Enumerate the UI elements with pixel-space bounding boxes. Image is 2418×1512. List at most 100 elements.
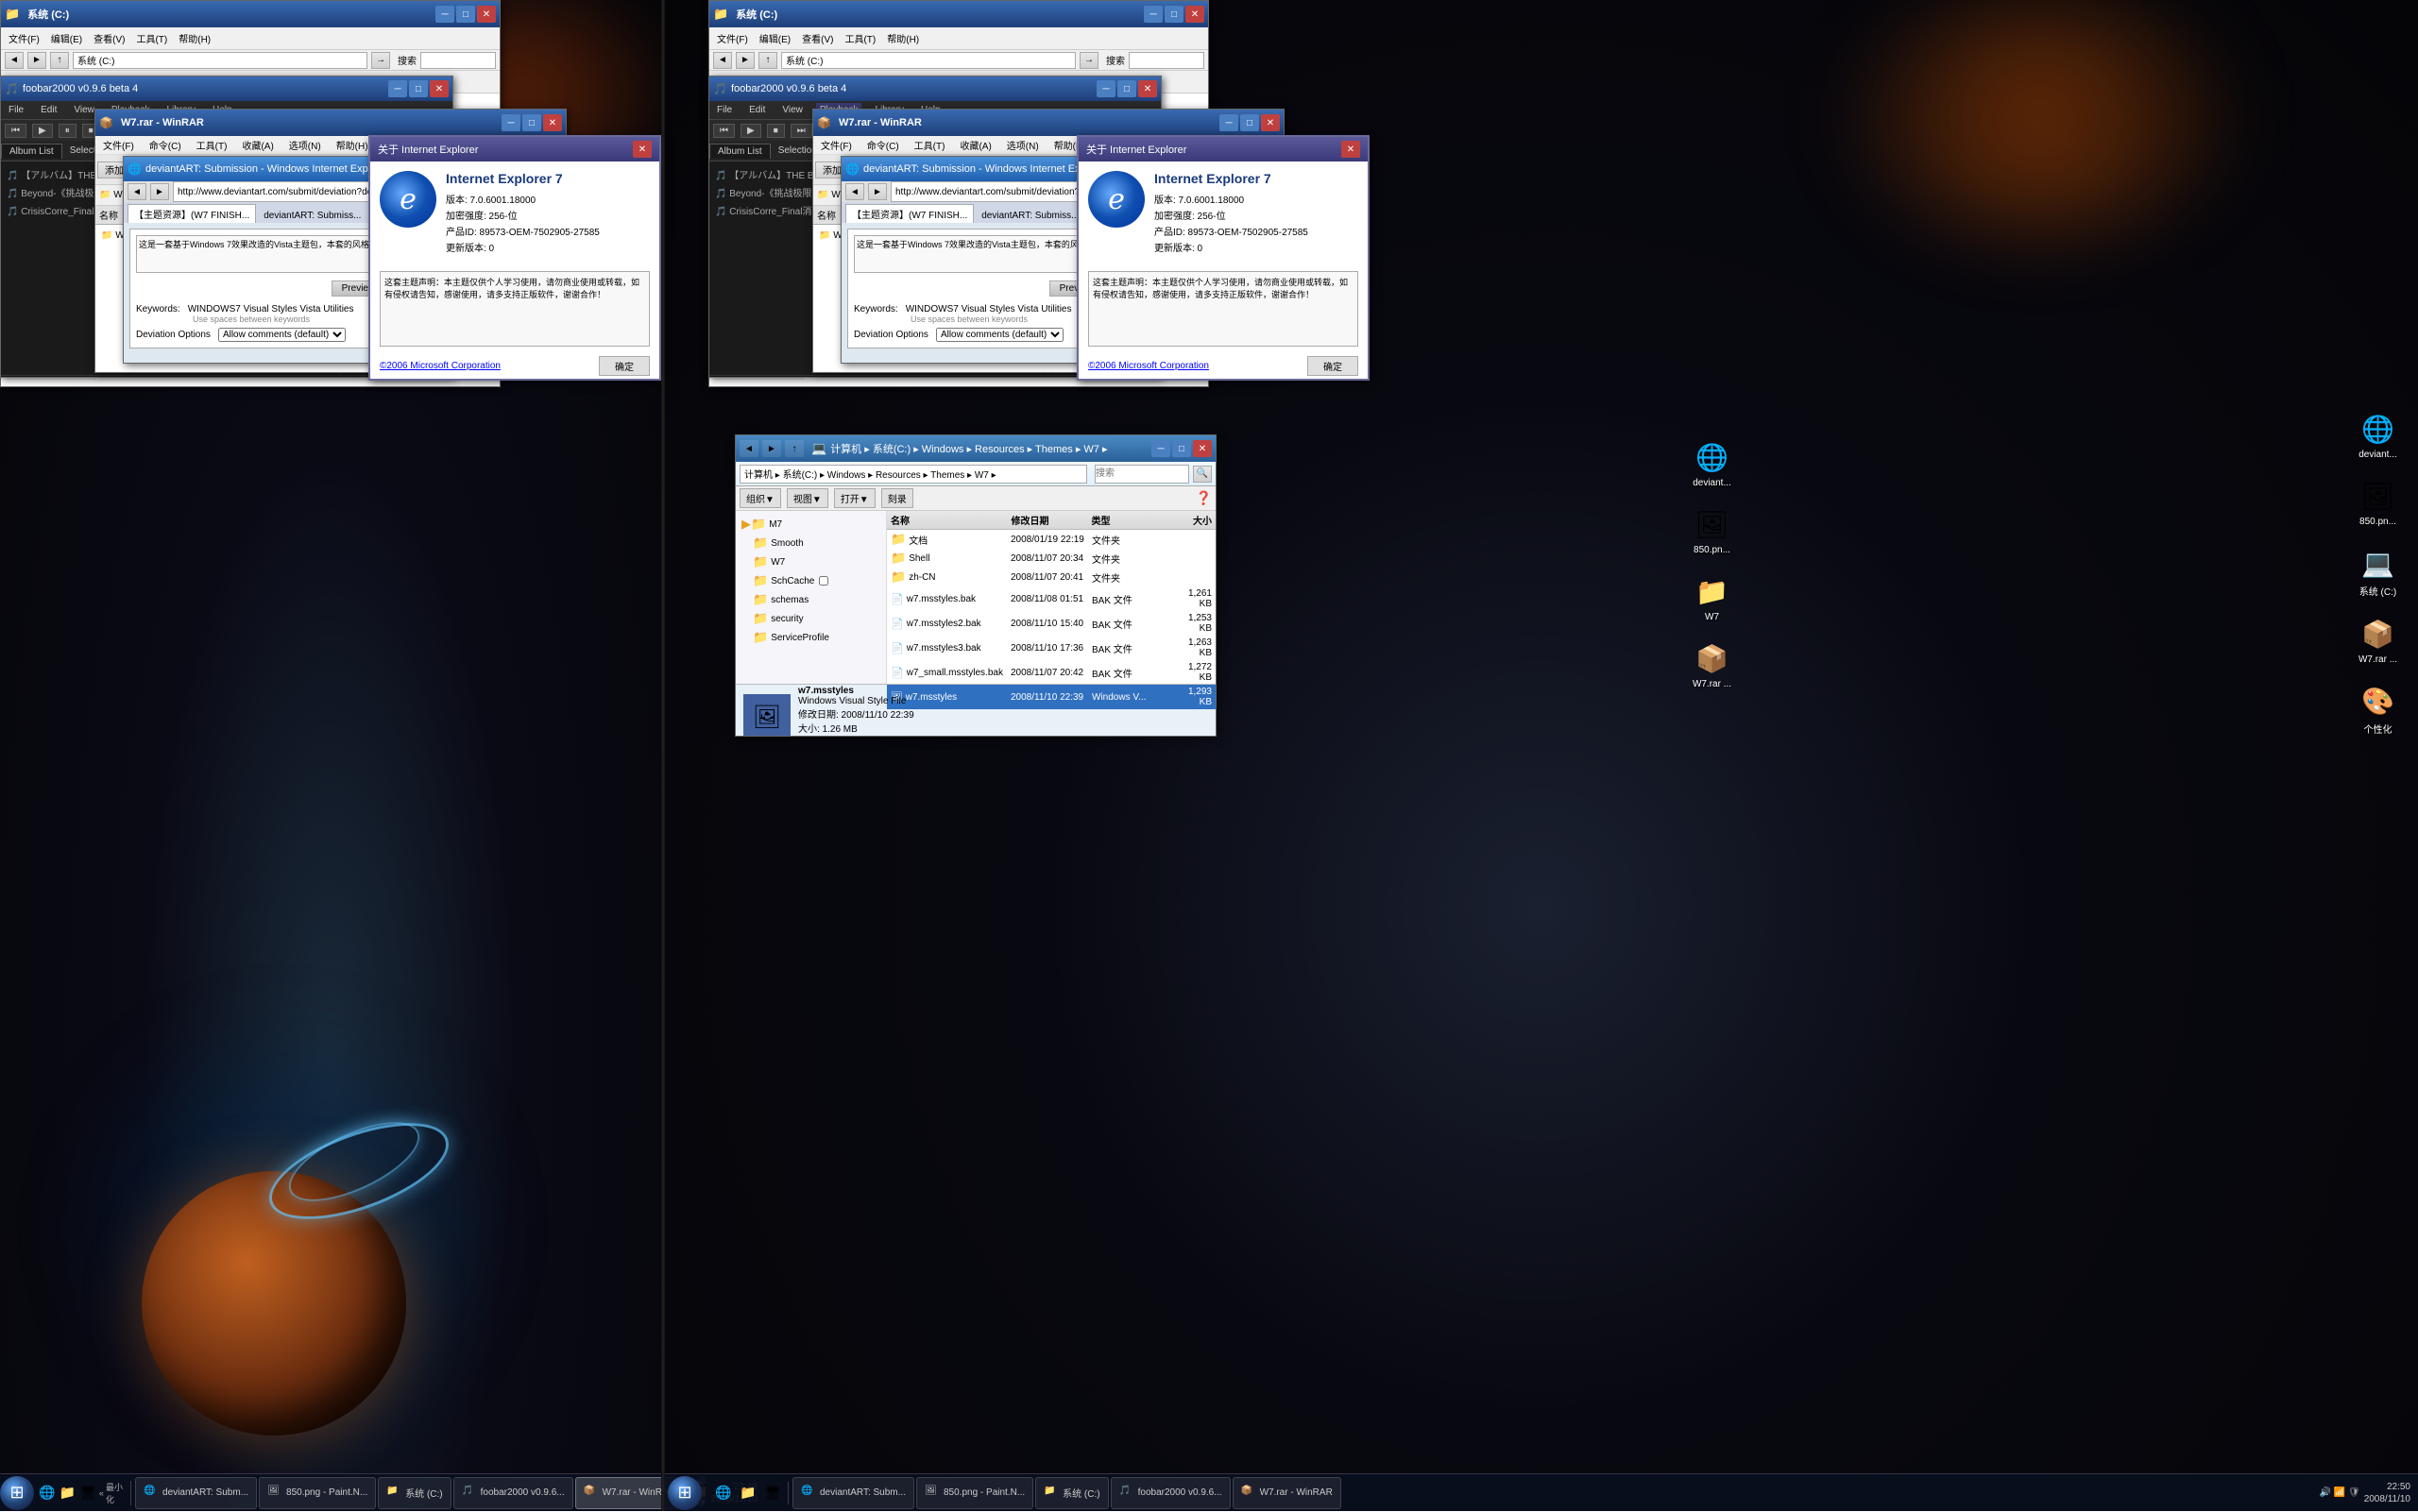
da-tab-main-right[interactable]: 【主题资源】(W7 FINISH... [845,204,974,223]
winrar-min-right[interactable]: ─ [1219,114,1238,131]
desktop-icon-deviant-left[interactable]: 🌐 deviant... [2342,406,2413,464]
da-back-left[interactable]: ◄ [128,183,146,200]
w7-help-icon[interactable]: ❓ [1196,490,1212,506]
taskbar-item-system-left[interactable]: 📁 系统 (C:) [378,1477,451,1509]
w7-controls[interactable]: ─ □ ✕ [1151,440,1212,457]
explorer-maximize-left[interactable]: □ [456,6,475,23]
da-tab-main-left[interactable]: 【主题资源】(W7 FINISH... [128,204,256,223]
fb-edit-left[interactable]: Edit [37,103,60,117]
w7-tree-security[interactable]: 📁 security [738,609,884,628]
desktop-icon-deviant-right[interactable]: 🌐 deviant... [1677,434,1747,492]
fb-file-left[interactable]: File [5,103,27,117]
menu-edit-left[interactable]: 编辑(E) [47,29,86,47]
fb-edit-right[interactable]: Edit [745,103,769,117]
back-btn-right[interactable]: ◄ [713,52,732,69]
fb-file-right[interactable]: File [713,103,736,117]
foobar-min-right[interactable]: ─ [1097,80,1115,97]
desktop-icon-computer-left[interactable]: 💻 系统 (C:) [2342,540,2413,602]
ie7-ms-link-left[interactable]: ©2006 Microsoft Corporation [380,361,501,371]
foobar-controls-right[interactable]: ─ □ ✕ [1097,80,1157,97]
fb-prev-left[interactable]: ⏮ [5,124,26,138]
up-btn-right[interactable]: ↑ [758,52,777,69]
fb-tab-albumlist-right[interactable]: Album List [709,144,771,159]
desktop-icon-winrar-left[interactable]: 📦 W7.rar ... [2342,611,2413,669]
da-fwd-left[interactable]: ► [150,183,169,200]
explorer-minimize-left[interactable]: ─ [435,6,454,23]
w7-close-btn[interactable]: ✕ [1193,440,1212,457]
foobar-min-left[interactable]: ─ [388,80,407,97]
foobar-controls-left[interactable]: ─ □ ✕ [388,80,449,97]
wr-help-left[interactable]: 帮助(H) [332,136,372,154]
w7-tree-smooth[interactable]: 📁 Smooth [738,534,884,552]
ql-show-desktop-right[interactable]: 🖥 [761,1482,784,1504]
start-button-right[interactable]: ⊞ [661,1474,708,1512]
menu-file-left[interactable]: 文件(F) [5,29,43,47]
go-btn-left[interactable]: → [371,52,390,69]
w7-tree-serviceprofile[interactable]: 📁 ServiceProfile [738,628,884,647]
w7-row-zhcn[interactable]: 📁zh-CN 2008/11/07 20:41 文件夹 [887,568,1216,586]
winrar-controls-right[interactable]: ─ □ ✕ [1219,114,1280,131]
winrar-min-left[interactable]: ─ [502,114,520,131]
da-fwd-right[interactable]: ► [868,183,887,200]
taskbar-item-devart-left[interactable]: 🌐 deviantART: Subm... [135,1477,257,1509]
search-input-right[interactable] [1129,52,1204,69]
fb-prev-right[interactable]: ⏮ [713,124,735,138]
explorer-minimize-right[interactable]: ─ [1144,6,1163,23]
desktop-icon-personalize-left[interactable]: 🎨 个性化 [2342,678,2413,739]
w7-tree-schcache[interactable]: 📁 SchCache [738,571,884,590]
wr-opts-right[interactable]: 选项(N) [1003,136,1043,154]
wr-fav-right[interactable]: 收藏(A) [956,136,995,154]
w7-tree-w7[interactable]: 📁 W7 [738,552,884,571]
desktop-icon-winrar-right[interactable]: 📦 W7.rar ... [1677,636,1747,693]
foobar-close-left[interactable]: ✕ [430,80,449,97]
taskbar-item-paint-left[interactable]: 🖼 850.png - Paint.N... [259,1477,376,1509]
fb-next-right[interactable]: ⏭ [791,124,812,138]
w7-row-msstyles[interactable]: 🖼w7.msstyles 2008/11/10 22:39 Windows V.… [887,685,1216,709]
wr-opts-left[interactable]: 选项(N) [285,136,325,154]
wr-cmd-right[interactable]: 命令(C) [863,136,903,154]
search-input-left[interactable] [420,52,496,69]
winrar-close-left[interactable]: ✕ [543,114,562,131]
schcache-checkbox[interactable] [819,576,828,586]
w7-min-btn[interactable]: ─ [1151,440,1170,457]
foobar-close-right[interactable]: ✕ [1138,80,1157,97]
w7-burn-btn[interactable]: 刻录 [881,488,913,508]
da-tab-devart-left[interactable]: deviantART: Submiss... [258,209,366,223]
wr-tools-left[interactable]: 工具(T) [193,136,231,154]
go-btn-right[interactable]: → [1080,52,1098,69]
wr-fav-left[interactable]: 收藏(A) [238,136,277,154]
taskbar-item-paint-right[interactable]: 🖼 850.png - Paint.N... [916,1477,1033,1509]
desktop-icon-paint-left[interactable]: 🖼 850.pn... [2342,473,2413,531]
foobar-max-right[interactable]: □ [1117,80,1136,97]
wr-file-right[interactable]: 文件(F) [817,136,856,154]
winrar-max-left[interactable]: □ [522,114,541,131]
menu-edit-right[interactable]: 编辑(E) [756,29,794,47]
fb-tab-albumlist-left[interactable]: Album List [1,144,62,159]
forward-btn-left[interactable]: ► [27,52,46,69]
desktop-icon-paint-right[interactable]: 🖼 850.pn... [1677,501,1747,559]
w7-tree-schemas[interactable]: 📁 schemas [738,590,884,609]
menu-view-left[interactable]: 查看(V) [90,29,128,47]
explorer-close-right[interactable]: ✕ [1185,6,1204,23]
fb-play-right[interactable]: ▶ [741,124,761,138]
allow-comments-select-right[interactable]: Allow comments (default) [936,328,1064,342]
wr-tools-right[interactable]: 工具(T) [911,136,949,154]
w7-organize-btn[interactable]: 组织▼ [740,488,781,508]
ie7-ok-btn-left[interactable]: 确定 [599,356,650,376]
fb-pause-left[interactable]: ⏸ [59,124,77,138]
w7-row-shell[interactable]: 📁Shell 2008/11/07 20:34 文件夹 [887,549,1216,568]
taskbar-item-winrar-right[interactable]: 📦 W7.rar - WinRAR [1233,1477,1341,1509]
winrar-max-right[interactable]: □ [1240,114,1259,131]
ie7-ms-link-right[interactable]: ©2006 Microsoft Corporation [1088,361,1209,371]
w7-views-btn[interactable]: 视图▼ [787,488,828,508]
allow-comments-select-left[interactable]: Allow comments (default) [218,328,346,342]
winrar-controls-left[interactable]: ─ □ ✕ [502,114,562,131]
fb-play-left[interactable]: ▶ [32,124,53,138]
menu-view-right[interactable]: 查看(V) [798,29,837,47]
menu-help-left[interactable]: 帮助(H) [175,29,214,47]
w7-max-btn[interactable]: □ [1172,440,1191,457]
menu-help-right[interactable]: 帮助(H) [883,29,923,47]
w7-up-btn[interactable]: ↑ [785,440,804,457]
w7-fwd-btn[interactable]: ► [762,440,781,457]
ie7-close-left[interactable]: ✕ [633,141,652,158]
